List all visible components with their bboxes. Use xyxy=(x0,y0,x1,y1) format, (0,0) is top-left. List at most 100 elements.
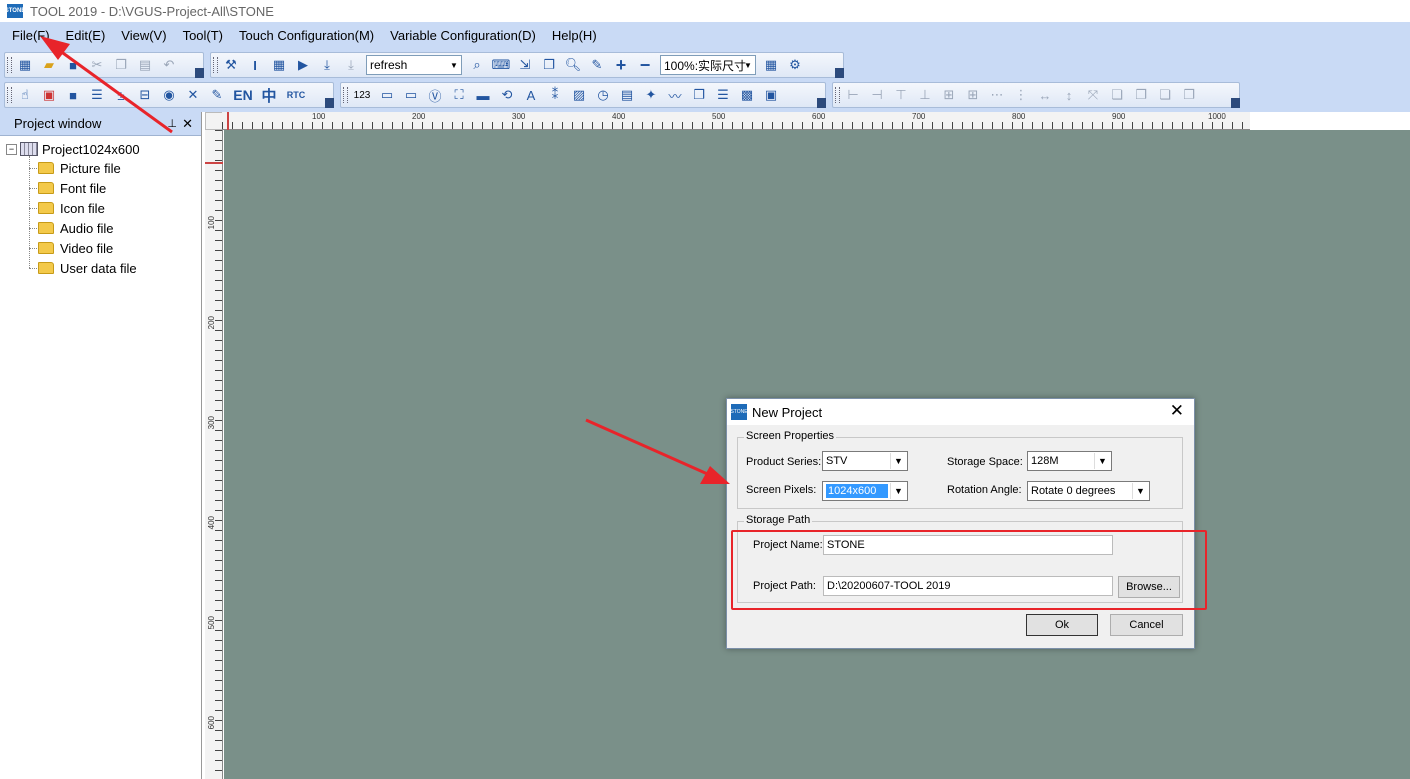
qr-code-icon[interactable]: ▩ xyxy=(736,84,758,106)
center-horizontal-icon[interactable]: ⊞ xyxy=(938,84,960,106)
calculator-icon[interactable]: ▦ xyxy=(760,54,782,76)
collapse-icon[interactable]: − xyxy=(6,143,17,155)
same-width-icon[interactable]: ↔ xyxy=(1034,84,1056,106)
tree-item-picture-file[interactable]: Picture file xyxy=(38,159,121,177)
storage-space-select[interactable]: 128M ▼ xyxy=(1027,451,1112,471)
increment-icon[interactable]: ± xyxy=(110,84,132,106)
toolbar-grip-icon[interactable] xyxy=(325,98,334,108)
clock-icon[interactable]: ◷ xyxy=(592,84,614,106)
cut-icon[interactable]: ✂ xyxy=(86,54,108,76)
progress-icon[interactable]: ▬ xyxy=(472,84,494,106)
send-backward-icon[interactable]: ❐ xyxy=(1178,84,1200,106)
rotate-icon[interactable]: ⟲ xyxy=(496,84,518,106)
variable-icon[interactable]: ▣ xyxy=(38,84,60,106)
menu-help[interactable]: Help(H) xyxy=(544,22,605,50)
font-icon[interactable]: A xyxy=(520,84,542,106)
tree-item-icon-file[interactable]: Icon file xyxy=(38,199,105,217)
menu-file[interactable]: File(F) xyxy=(4,22,58,50)
new-file-icon[interactable]: ▦ xyxy=(14,54,36,76)
refresh-combo[interactable]: refresh ▼ xyxy=(366,55,462,75)
english-text-button[interactable]: EN xyxy=(230,84,256,106)
text-cursor-icon[interactable]: I xyxy=(244,54,266,76)
open-folder-icon[interactable]: ▰ xyxy=(38,54,60,76)
distribute-vertical-icon[interactable]: ⋮ xyxy=(1010,84,1032,106)
chinese-text-button[interactable]: 中 xyxy=(258,84,280,106)
list-icon[interactable]: ☰ xyxy=(86,84,108,106)
menu-edit[interactable]: Edit(E) xyxy=(58,22,114,50)
pin-icon[interactable]: ⊥ xyxy=(167,117,177,130)
copy-icon[interactable]: ❐ xyxy=(110,54,132,76)
download-icon[interactable]: ⤓ xyxy=(316,54,338,76)
slider-icon[interactable]: ⊟ xyxy=(134,84,156,106)
menu-variable-configuration[interactable]: Variable Configuration(D) xyxy=(382,22,544,50)
window-icon[interactable]: ❐ xyxy=(538,54,560,76)
distribute-horizontal-icon[interactable]: ⋯ xyxy=(986,84,1008,106)
data-icon[interactable]: ⁑ xyxy=(544,84,566,106)
hand-pointer-icon[interactable]: ☝ xyxy=(14,84,36,106)
circle-icon[interactable]: ◉ xyxy=(158,84,180,106)
settings-icon[interactable]: ⚙ xyxy=(784,54,806,76)
undo-icon[interactable]: ↶ xyxy=(158,54,180,76)
center-vertical-icon[interactable]: ⊞ xyxy=(962,84,984,106)
export-icon[interactable]: ⇲ xyxy=(514,54,536,76)
align-right-icon[interactable]: ⊣ xyxy=(866,84,888,106)
text-box-icon[interactable]: ▭ xyxy=(376,84,398,106)
square-icon[interactable]: ■ xyxy=(62,84,84,106)
cancel-button[interactable]: Cancel xyxy=(1110,614,1183,636)
same-size-icon[interactable]: ⤧ xyxy=(1082,84,1104,106)
align-bottom-icon[interactable]: ⊥ xyxy=(914,84,936,106)
download-disabled-icon[interactable]: ⤓ xyxy=(340,54,362,76)
screen-pixels-select[interactable]: 1024x600 ▼ xyxy=(822,481,908,501)
bullet-list-icon[interactable]: ☰ xyxy=(712,84,734,106)
close-icon[interactable]: ✕ xyxy=(182,116,193,132)
send-back-icon[interactable]: ❐ xyxy=(1130,84,1152,106)
annotation-highlight-box xyxy=(731,530,1207,610)
image-icon[interactable]: ▨ xyxy=(568,84,590,106)
toolbar-grip-icon[interactable] xyxy=(817,98,826,108)
bring-front-icon[interactable]: ❏ xyxy=(1106,84,1128,106)
same-height-icon[interactable]: ↕ xyxy=(1058,84,1080,106)
tree-item-audio-file[interactable]: Audio file xyxy=(38,219,113,237)
tree-root[interactable]: − Project1024x600 xyxy=(6,140,140,158)
rotation-angle-select[interactable]: Rotate 0 degrees ▼ xyxy=(1027,481,1150,501)
number-display-button[interactable]: 123 xyxy=(350,84,374,106)
keyboard-icon[interactable]: ⌨ xyxy=(490,54,512,76)
menu-tool[interactable]: Tool(T) xyxy=(175,22,231,50)
tree-item-user-data-file[interactable]: User data file xyxy=(38,259,137,277)
product-series-select[interactable]: STV ▼ xyxy=(822,451,908,471)
copy-window-icon[interactable]: ❐ xyxy=(688,84,710,106)
align-top-icon[interactable]: ⊤ xyxy=(890,84,912,106)
paste-icon[interactable]: ▤ xyxy=(134,54,156,76)
toolbar-grip-icon[interactable] xyxy=(195,68,204,78)
zoom-combo[interactable]: 100%:实际尺寸 ▼ xyxy=(660,55,756,75)
tools-icon[interactable]: ⚒ xyxy=(220,54,242,76)
toolbar-grip-icon[interactable] xyxy=(835,68,844,78)
variable-v-icon[interactable]: Ⓥ xyxy=(424,84,446,106)
close-icon[interactable]: ✕ xyxy=(1170,401,1184,421)
text-input-icon[interactable]: ▭ xyxy=(400,84,422,106)
picture-icon[interactable]: ⛶ xyxy=(448,84,470,106)
bring-forward-icon[interactable]: ❏ xyxy=(1154,84,1176,106)
play-icon[interactable]: ▶ xyxy=(292,54,314,76)
eyedropper-icon[interactable]: ✎ xyxy=(586,54,608,76)
preview-icon[interactable]: ⌕ xyxy=(466,54,488,76)
grid-icon[interactable]: ▦ xyxy=(268,54,290,76)
edit-icon[interactable]: ✎ xyxy=(206,84,228,106)
rtc-button[interactable]: RTC xyxy=(282,84,310,106)
tree-item-video-file[interactable]: Video file xyxy=(38,239,113,257)
video-icon[interactable]: ▣ xyxy=(760,84,782,106)
animation-icon[interactable]: ✦ xyxy=(640,84,662,106)
counter-icon[interactable]: ▤ xyxy=(616,84,638,106)
toolbar-grip-icon[interactable] xyxy=(1231,98,1240,108)
menu-touch-configuration[interactable]: Touch Configuration(M) xyxy=(231,22,382,50)
align-left-icon[interactable]: ⊢ xyxy=(842,84,864,106)
zoom-in-icon[interactable]: + xyxy=(610,54,632,76)
curve-icon[interactable]: 〰 xyxy=(664,84,686,106)
zoom-icon[interactable]: 🔍︎ xyxy=(562,54,584,76)
wrench-icon[interactable]: ✕ xyxy=(182,84,204,106)
tree-item-font-file[interactable]: Font file xyxy=(38,179,106,197)
zoom-out-icon[interactable]: − xyxy=(634,54,656,76)
save-icon[interactable]: ■ xyxy=(62,54,84,76)
menu-view[interactable]: View(V) xyxy=(113,22,174,50)
ok-button[interactable]: Ok xyxy=(1026,614,1098,636)
